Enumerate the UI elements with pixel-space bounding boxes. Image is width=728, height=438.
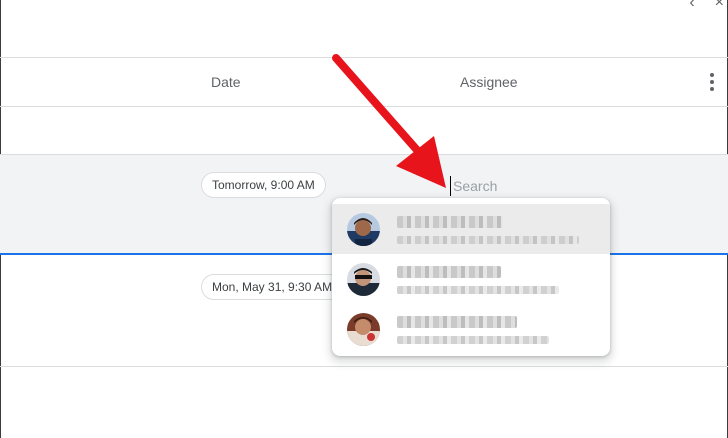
column-header-assignee[interactable]: Assignee [460, 74, 518, 90]
more-vert-icon[interactable] [706, 71, 718, 95]
assignee-search-input[interactable] [450, 176, 600, 196]
chevron-left-icon[interactable]: ‹ [689, 0, 694, 12]
avatar [347, 213, 380, 246]
assignee-option[interactable] [332, 254, 610, 304]
date-chip[interactable]: Mon, May 31, 9:30 AM [201, 274, 344, 300]
column-header-date[interactable]: Date [211, 74, 241, 90]
blurred-name [397, 216, 503, 228]
assignee-option[interactable] [332, 304, 610, 354]
table-header: Date Assignee [0, 58, 728, 106]
assignee-option[interactable] [332, 204, 610, 254]
assignee-dropdown [332, 198, 610, 356]
avatar [347, 313, 380, 346]
window-controls: ‹ × [689, 0, 724, 12]
blurred-name [397, 316, 517, 328]
blurred-email [397, 286, 559, 294]
close-icon[interactable]: × [715, 0, 724, 12]
divider [0, 366, 728, 367]
divider [0, 106, 728, 107]
date-chip[interactable]: Tomorrow, 9:00 AM [201, 172, 326, 198]
blurred-email [397, 336, 549, 344]
avatar [347, 263, 380, 296]
blurred-email [397, 236, 579, 244]
blurred-name [397, 266, 501, 278]
